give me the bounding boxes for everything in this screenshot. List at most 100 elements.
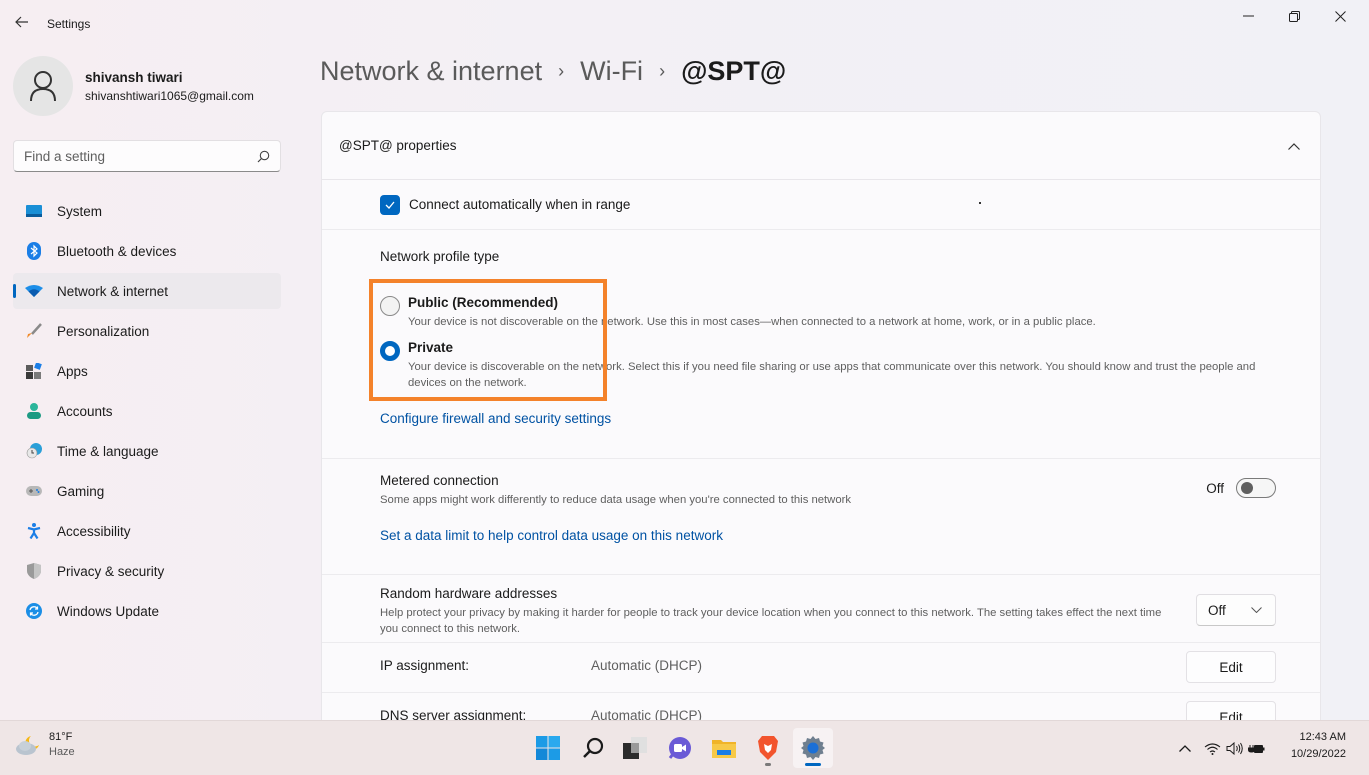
breadcrumb-wifi[interactable]: Wi-Fi <box>580 56 643 87</box>
apps-icon <box>25 362 43 380</box>
settings-taskbar-button[interactable] <box>793 728 833 768</box>
sidebar-item-label: System <box>57 203 103 219</box>
search-icon[interactable] <box>256 149 270 163</box>
random-hw-dropdown[interactable]: Off <box>1196 594 1276 626</box>
profile-email: shivanshtiwari1065@gmail.com <box>85 88 254 103</box>
breadcrumb: Network & internet › Wi-Fi › @SPT@ <box>320 56 786 87</box>
page-title: @SPT@ <box>681 56 787 86</box>
sidebar-item-apps[interactable]: Apps <box>13 353 281 389</box>
private-label: Private <box>408 340 454 355</box>
profile-name: shivansh tiwari <box>85 69 183 85</box>
chevron-down-icon <box>1251 607 1265 613</box>
properties-title: @SPT@ properties <box>339 138 457 153</box>
brave-browser-icon <box>758 736 778 760</box>
random-hardware-section: Random hardware addresses Help protect y… <box>322 575 1320 643</box>
sidebar-item-label: Personalization <box>57 323 150 339</box>
start-button[interactable] <box>528 728 568 768</box>
sidebar-item-windows-update[interactable]: Windows Update <box>13 593 281 629</box>
clock-globe-icon <box>25 442 43 460</box>
bluetooth-icon <box>25 242 43 260</box>
wifi-icon <box>25 282 43 300</box>
sidebar-item-label: Accessibility <box>57 523 131 539</box>
sidebar-item-accessibility[interactable]: Accessibility <box>13 513 281 549</box>
weather-temp: 81°F <box>49 731 73 743</box>
settings-icon <box>801 736 825 760</box>
wifi-icon[interactable] <box>1201 738 1223 760</box>
search-box[interactable] <box>13 140 281 172</box>
file-explorer-icon <box>712 740 736 758</box>
person-icon <box>30 71 56 102</box>
public-option[interactable]: Public (Recommended) Your device is not … <box>380 295 1288 330</box>
file-explorer-button[interactable] <box>704 728 744 768</box>
start-icon <box>536 736 560 760</box>
public-label: Public (Recommended) <box>408 295 559 310</box>
battery-charging-icon[interactable] <box>1245 738 1267 760</box>
sidebar-item-label: Accounts <box>57 403 113 419</box>
back-button[interactable] <box>8 8 36 36</box>
running-indicator <box>765 763 771 766</box>
brush-icon <box>25 322 43 340</box>
sidebar-item-bluetooth[interactable]: Bluetooth & devices <box>13 233 281 269</box>
person-icon <box>25 402 43 420</box>
public-radio[interactable] <box>380 296 400 316</box>
clock-time: 12:43 AM <box>1299 731 1346 743</box>
minimize-button[interactable] <box>1225 0 1271 32</box>
sidebar-item-time-language[interactable]: Time & language <box>13 433 281 469</box>
sidebar-item-gaming[interactable]: Gaming <box>13 473 281 509</box>
teams-chat-icon <box>668 737 691 759</box>
properties-header[interactable]: @SPT@ properties <box>322 112 1320 180</box>
firewall-settings-link[interactable]: Configure firewall and security settings <box>380 411 611 426</box>
breadcrumb-network-internet[interactable]: Network & internet <box>320 56 542 87</box>
sidebar-item-label: Bluetooth & devices <box>57 243 177 259</box>
monitor-icon <box>25 202 43 220</box>
clock-date: 10/29/2022 <box>1290 748 1346 760</box>
teams-chat-button[interactable] <box>660 728 700 768</box>
private-description: Your device is discoverable on the netwo… <box>408 361 1256 389</box>
metered-toggle[interactable] <box>1236 478 1276 498</box>
search-icon <box>583 737 604 758</box>
brave-browser-button[interactable] <box>748 728 788 768</box>
sidebar-item-personalization[interactable]: Personalization <box>13 313 281 349</box>
arrow-left-icon <box>15 16 28 28</box>
chevron-right-icon: › <box>659 61 666 81</box>
metered-description: Some apps might work differently to redu… <box>380 494 852 506</box>
collapse-button[interactable] <box>1284 136 1304 156</box>
sidebar-item-privacy-security[interactable]: Privacy & security <box>13 553 281 589</box>
close-button[interactable] <box>1317 0 1363 32</box>
task-view-button[interactable] <box>615 728 655 768</box>
sidebar-item-label: Privacy & security <box>57 563 165 579</box>
shield-icon <box>25 562 43 580</box>
user-profile[interactable]: shivansh tiwari shivanshtiwari1065@gmail… <box>13 56 254 116</box>
chevron-up-icon[interactable] <box>1174 738 1196 760</box>
restore-button[interactable] <box>1271 0 1317 32</box>
connect-automatically-checkbox[interactable] <box>380 194 400 215</box>
metered-title: Metered connection <box>380 473 499 488</box>
chevron-up-icon <box>1288 142 1300 150</box>
speaker-icon[interactable] <box>1223 738 1245 760</box>
metered-connection-section: Metered connection Some apps might work … <box>322 459 1320 575</box>
sidebar-item-network[interactable]: Network & internet <box>13 273 281 309</box>
private-radio[interactable] <box>380 341 400 361</box>
data-limit-link[interactable]: Set a data limit to help control data us… <box>380 528 723 543</box>
sidebar-item-system[interactable]: System <box>13 193 281 229</box>
weather-widget[interactable]: 81°F Haze <box>15 730 75 760</box>
sidebar-item-accounts[interactable]: Accounts <box>13 393 281 429</box>
connect-automatically-row: Connect automatically when in range <box>322 180 1320 230</box>
sidebar-item-label: Time & language <box>57 443 159 459</box>
settings-window: Settings shivansh tiwari shivanshtiwari1… <box>0 0 1369 731</box>
random-hw-description: Help protect your privacy by making it h… <box>380 607 1162 635</box>
search-input[interactable] <box>24 148 256 164</box>
taskbar-search-button[interactable] <box>573 728 613 768</box>
gamepad-icon <box>25 482 43 500</box>
sidebar-item-label: Apps <box>57 363 88 379</box>
dropdown-value: Off <box>1208 602 1226 618</box>
clock[interactable]: 12:43 AM 10/29/2022 <box>1279 729 1346 763</box>
network-profile-title: Network profile type <box>380 249 500 264</box>
weather-condition: Haze <box>49 746 75 758</box>
checkmark-icon <box>385 201 395 209</box>
random-hw-title: Random hardware addresses <box>380 586 558 601</box>
title-bar: Settings <box>0 0 1369 46</box>
private-option[interactable]: Private Your device is discoverable on t… <box>380 340 1288 391</box>
connect-automatically-label[interactable]: Connect automatically when in range <box>409 197 630 212</box>
ip-edit-button[interactable]: Edit <box>1186 651 1276 683</box>
